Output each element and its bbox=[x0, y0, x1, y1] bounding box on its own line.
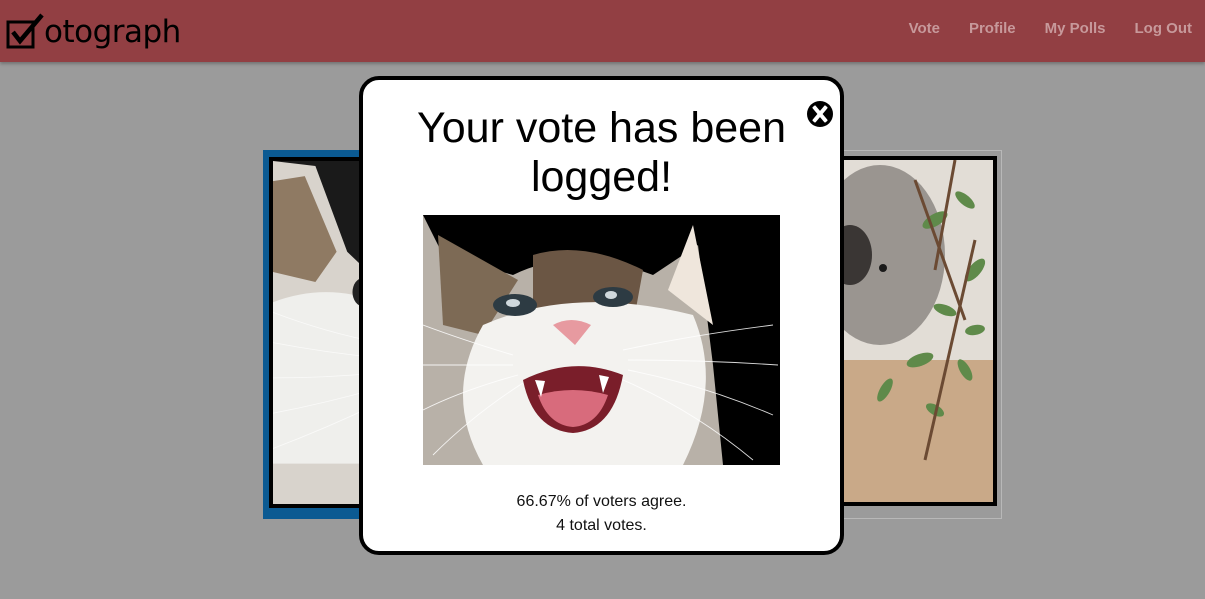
vote-logged-modal: Your vote has been logged! 66.67% of vot… bbox=[359, 76, 844, 555]
nav-profile[interactable]: Profile bbox=[969, 20, 1016, 37]
vote-stats: 66.67% of voters agree. 4 total votes. bbox=[363, 490, 840, 538]
checkbox-checked-icon bbox=[6, 13, 44, 49]
total-votes: 4 total votes. bbox=[556, 517, 647, 534]
modal-title: Your vote has been logged! bbox=[417, 104, 786, 201]
brand-name: otograph bbox=[44, 13, 181, 50]
koala-photo-partial bbox=[821, 156, 997, 506]
brand-logo[interactable]: otograph bbox=[6, 10, 181, 54]
agree-percentage: 66.67% of voters agree. bbox=[516, 493, 687, 510]
main-nav: Vote Profile My Polls Log Out bbox=[909, 20, 1192, 37]
voted-kitten-photo bbox=[423, 215, 780, 465]
nav-log-out[interactable]: Log Out bbox=[1135, 20, 1192, 37]
nav-vote[interactable]: Vote bbox=[909, 20, 940, 37]
nav-my-polls[interactable]: My Polls bbox=[1045, 20, 1106, 37]
top-navbar: otograph Vote Profile My Polls Log Out bbox=[0, 0, 1205, 62]
poll-option-right[interactable] bbox=[820, 150, 1002, 519]
